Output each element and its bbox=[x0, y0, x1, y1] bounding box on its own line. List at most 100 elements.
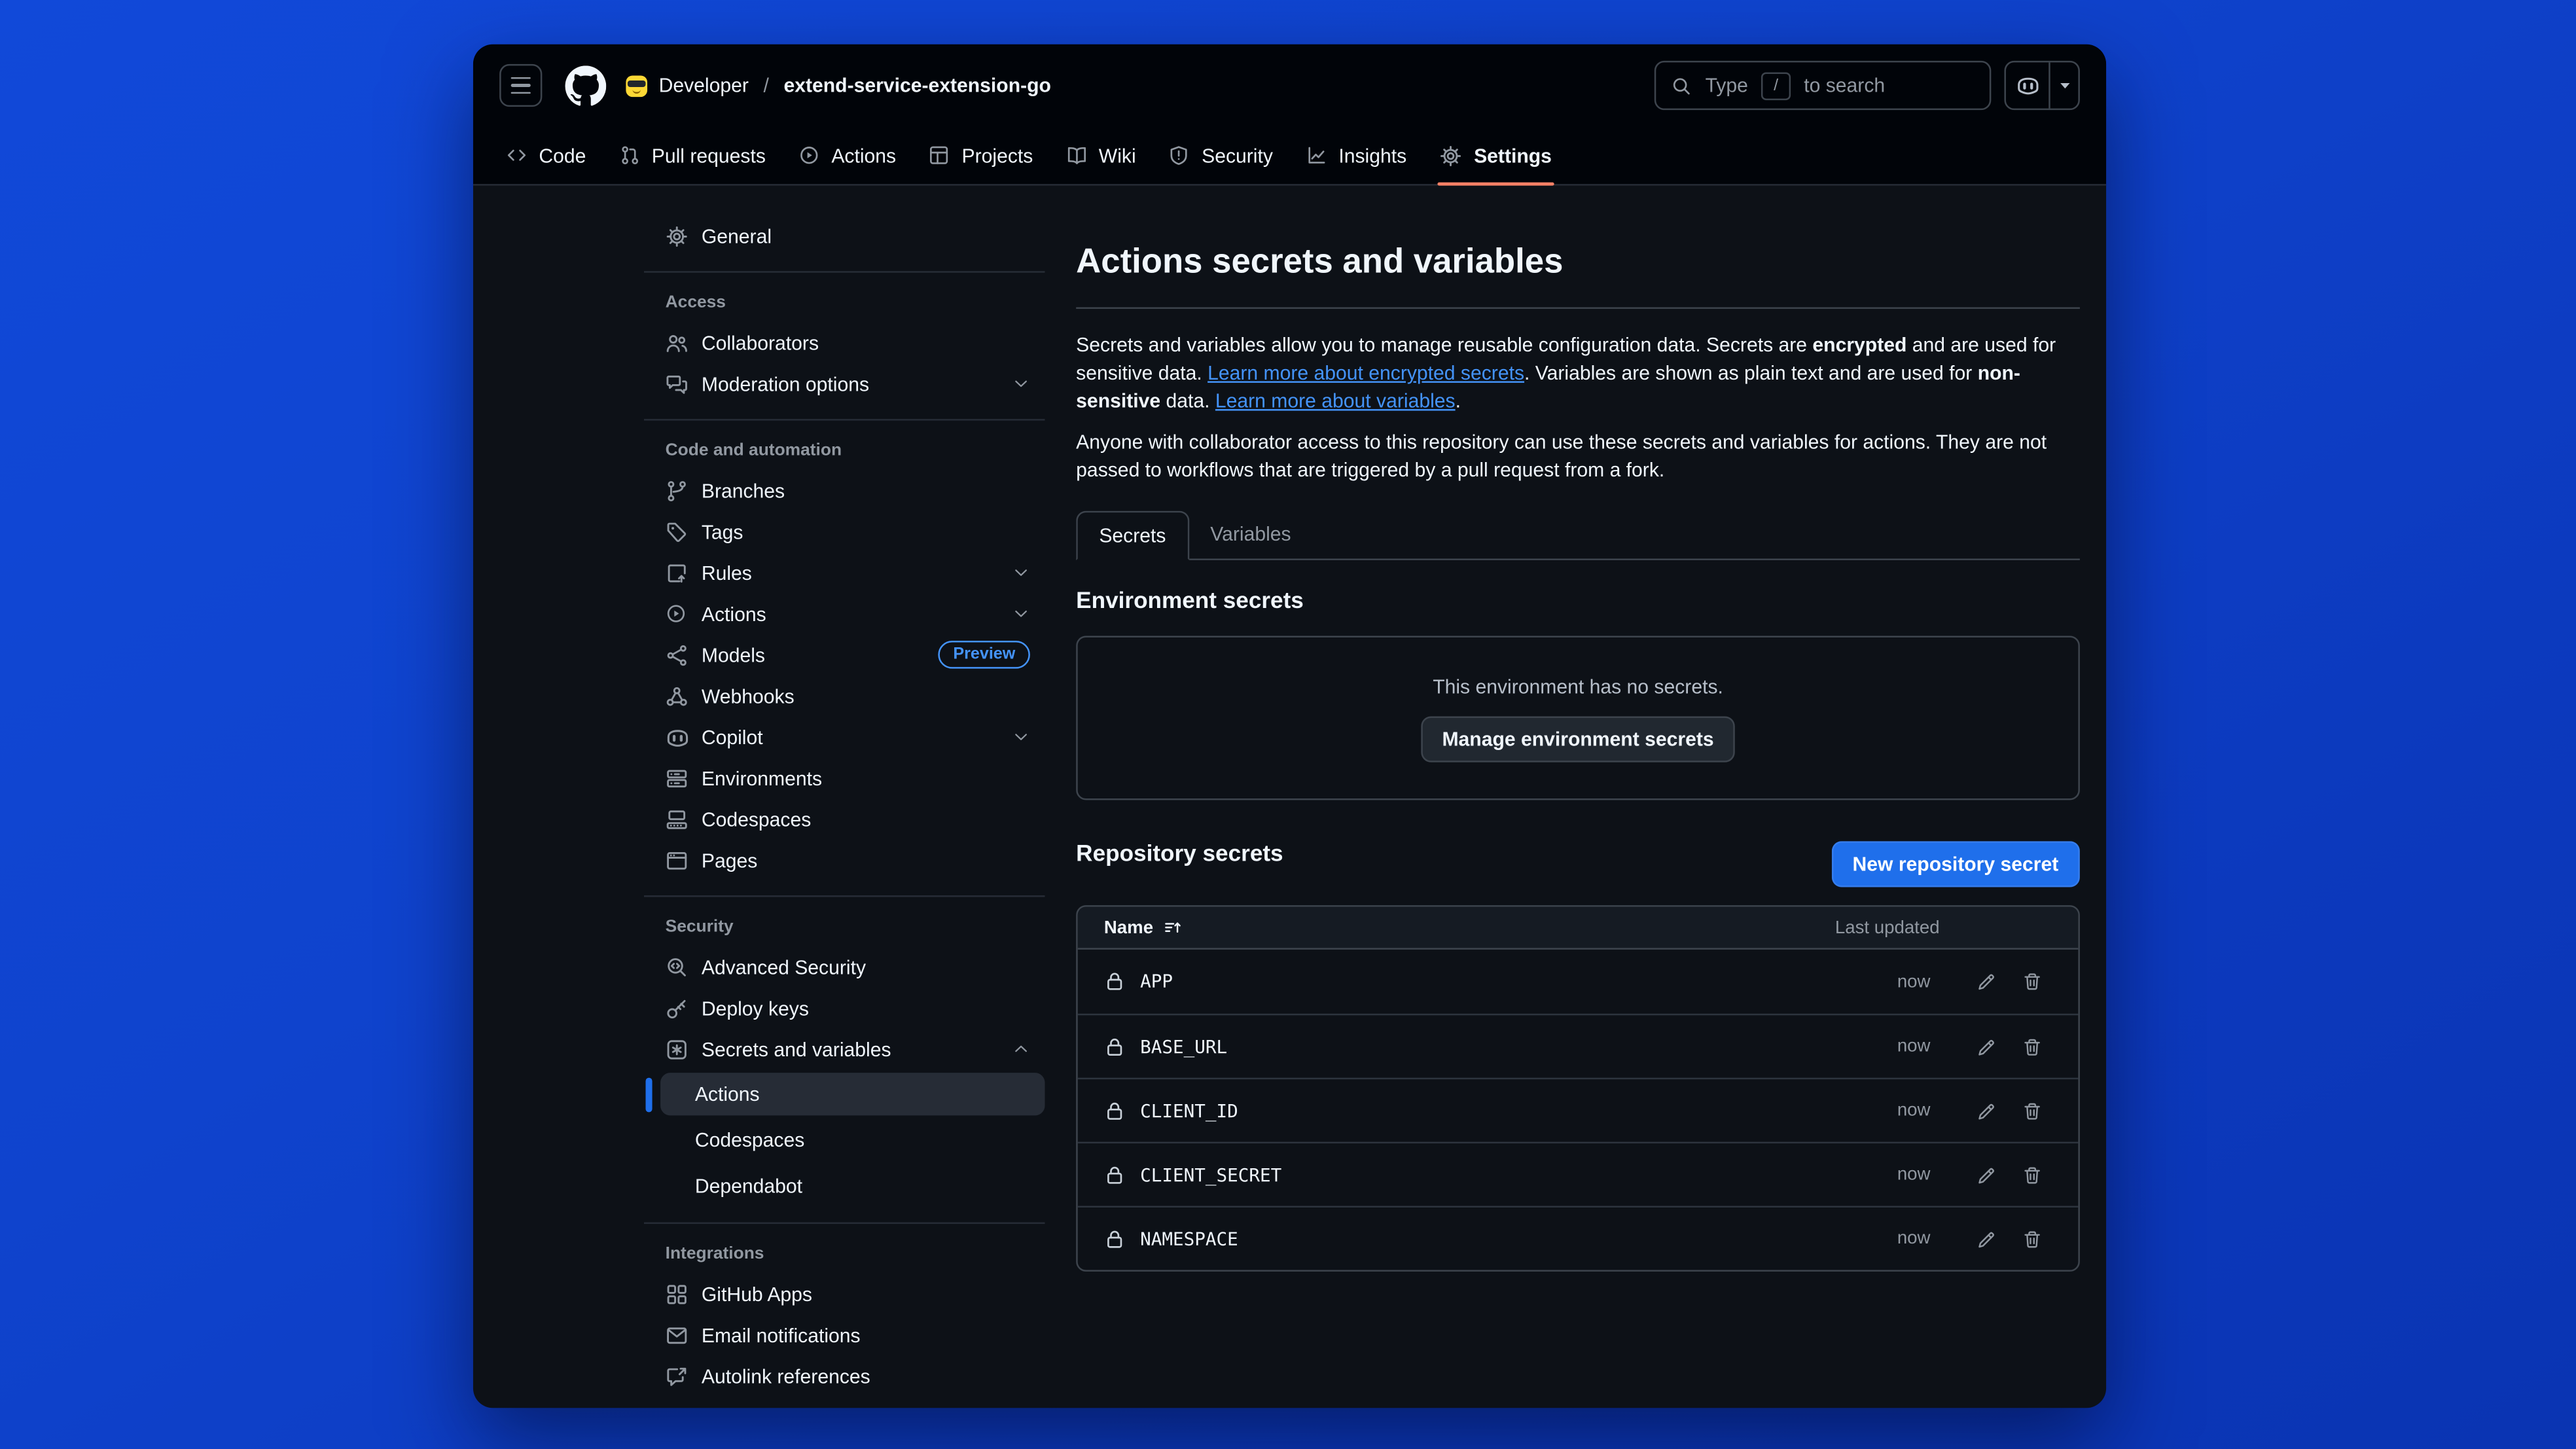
nav-tab-projects[interactable]: Projects bbox=[912, 126, 1049, 184]
cross-reference-icon bbox=[666, 1365, 689, 1387]
sidebar-item-models[interactable]: ModelsPreview bbox=[644, 634, 1045, 675]
chevron-up-icon bbox=[1012, 1040, 1030, 1058]
delete-secret-button[interactable] bbox=[2012, 1027, 2052, 1066]
tag-icon bbox=[666, 520, 689, 543]
breadcrumb-org[interactable]: Developer bbox=[659, 74, 749, 97]
sidebar-item-copilot[interactable]: Copilot bbox=[644, 716, 1045, 757]
sidebar-divider bbox=[644, 895, 1045, 897]
secret-name-cell: NAMESPACE bbox=[1104, 1228, 1806, 1250]
sidebar-item-autolink-references[interactable]: Autolink references bbox=[644, 1355, 1045, 1397]
sidebar-item-rules[interactable]: Rules bbox=[644, 552, 1045, 593]
delete-secret-button[interactable] bbox=[2012, 1091, 2052, 1130]
sidebar-item-label: Branches bbox=[702, 479, 785, 502]
copilot-dropdown-button[interactable] bbox=[2050, 62, 2079, 108]
title-divider bbox=[1076, 308, 2080, 310]
github-logo-icon[interactable] bbox=[565, 65, 607, 106]
sidebar-item-label: Autolink references bbox=[702, 1365, 870, 1387]
sidebar-item-label: Secrets and variables bbox=[702, 1037, 891, 1060]
lock-icon bbox=[1104, 971, 1126, 993]
sidebar-item-actions[interactable]: Actions bbox=[644, 593, 1045, 634]
delete-secret-button[interactable] bbox=[2012, 1155, 2052, 1194]
edit-secret-button[interactable] bbox=[1967, 962, 2006, 1001]
sidebar-subitem-actions[interactable]: Actions bbox=[660, 1073, 1045, 1115]
manage-environment-secrets-button[interactable]: Manage environment secrets bbox=[1421, 716, 1735, 762]
table-header: Name Last updated bbox=[1078, 907, 2079, 950]
copilot-button-group bbox=[2004, 61, 2079, 110]
search-icon bbox=[1671, 75, 1692, 96]
sidebar-subitem-dependabot[interactable]: Dependabot bbox=[660, 1165, 1045, 1208]
edit-secret-button[interactable] bbox=[1967, 1091, 2006, 1130]
column-header-last-updated: Last updated bbox=[1806, 918, 2052, 937]
search-input[interactable]: Type / to search bbox=[1655, 61, 1992, 110]
intro-text: data. bbox=[1160, 389, 1215, 412]
sidebar-item-label: Environments bbox=[702, 766, 822, 789]
nav-tab-actions[interactable]: Actions bbox=[782, 126, 912, 184]
secret-last-updated: now bbox=[1806, 1037, 1931, 1056]
sidebar-section-header: Code and automation bbox=[644, 440, 1045, 460]
environment-secrets-box: This environment has no secrets. Manage … bbox=[1076, 636, 2080, 800]
nav-tab-pull-requests[interactable]: Pull requests bbox=[602, 126, 782, 184]
sidebar-item-moderation-options[interactable]: Moderation options bbox=[644, 363, 1045, 404]
sidebar-item-environments[interactable]: Environments bbox=[644, 757, 1045, 798]
sidebar-item-collaborators[interactable]: Collaborators bbox=[644, 322, 1045, 363]
tab-secrets[interactable]: Secrets bbox=[1076, 511, 1189, 560]
edit-secret-button[interactable] bbox=[1967, 1027, 2006, 1066]
chevron-down-icon bbox=[1012, 605, 1030, 623]
secret-name: BASE_URL bbox=[1140, 1036, 1227, 1058]
sidebar-item-pages[interactable]: Pages bbox=[644, 840, 1045, 881]
copilot-button[interactable] bbox=[2006, 62, 2050, 108]
nav-tab-code[interactable]: Code bbox=[490, 126, 602, 184]
repo-nav: CodePull requestsActionsProjectsWikiSecu… bbox=[473, 126, 2106, 185]
sidebar-item-webhooks[interactable]: Webhooks bbox=[644, 675, 1045, 717]
secret-row: BASE_URL now bbox=[1078, 1014, 2079, 1078]
edit-secret-button[interactable] bbox=[1967, 1155, 2006, 1194]
search-placeholder-suffix: to search bbox=[1804, 74, 1885, 97]
sidebar-item-label: GitHub Apps bbox=[702, 1282, 812, 1305]
nav-tab-settings[interactable]: Settings bbox=[1423, 126, 1568, 184]
chevron-down-icon bbox=[1012, 374, 1030, 393]
nav-tab-insights[interactable]: Insights bbox=[1289, 126, 1423, 184]
column-header-name[interactable]: Name bbox=[1104, 918, 1806, 937]
settings-sidebar: GeneralAccessCollaboratorsModeration opt… bbox=[644, 215, 1045, 1397]
nav-tab-security[interactable]: Security bbox=[1153, 126, 1289, 184]
tab-variables[interactable]: Variables bbox=[1189, 511, 1313, 559]
delete-secret-button[interactable] bbox=[2012, 1219, 2052, 1259]
sidebar-item-codespaces[interactable]: Codespaces bbox=[644, 798, 1045, 840]
learn-more-link[interactable]: Learn more about variables bbox=[1215, 389, 1456, 412]
sidebar-item-github-apps[interactable]: GitHub Apps bbox=[644, 1273, 1045, 1314]
intro-text: Secrets and variables allow you to manag… bbox=[1076, 334, 1812, 357]
sidebar-subitem-label: Dependabot bbox=[695, 1175, 802, 1198]
delete-secret-button[interactable] bbox=[2012, 962, 2052, 1001]
learn-more-link[interactable]: Learn more about encrypted secrets bbox=[1208, 362, 1524, 385]
sidebar-item-email-notifications[interactable]: Email notifications bbox=[644, 1314, 1045, 1355]
intro-paragraph: Secrets and variables allow you to manag… bbox=[1076, 332, 2080, 416]
sidebar-item-advanced-security[interactable]: Advanced Security bbox=[644, 946, 1045, 988]
edit-secret-button[interactable] bbox=[1967, 1219, 2006, 1259]
search-placeholder: Type bbox=[1706, 74, 1748, 97]
sidebar-item-secrets-and-variables[interactable]: Secrets and variables bbox=[644, 1028, 1045, 1069]
row-actions bbox=[1967, 1091, 2052, 1130]
secrets-variables-tabs: Secrets Variables bbox=[1076, 511, 2080, 560]
copilot-icon bbox=[2015, 73, 2040, 98]
nav-tab-wiki[interactable]: Wiki bbox=[1049, 126, 1152, 184]
row-actions bbox=[1967, 962, 2052, 1001]
sidebar-item-deploy-keys[interactable]: Deploy keys bbox=[644, 988, 1045, 1029]
lock-icon bbox=[1104, 1100, 1126, 1122]
sidebar-item-general[interactable]: General bbox=[644, 215, 1045, 257]
top-bar-right: Type / to search bbox=[1655, 61, 2080, 110]
top-bar: Developer / extend-service-extension-go … bbox=[473, 45, 2106, 127]
row-actions bbox=[1967, 1155, 2052, 1194]
hamburger-menu-button[interactable] bbox=[499, 64, 542, 107]
breadcrumb-repo[interactable]: extend-service-extension-go bbox=[783, 74, 1050, 97]
secret-row: CLIENT_IDnow bbox=[1078, 1078, 2079, 1142]
note-paragraph: Anyone with collaborator access to this … bbox=[1076, 429, 2080, 484]
sidebar-item-tags[interactable]: Tags bbox=[644, 511, 1045, 552]
new-repository-secret-button[interactable]: New repository secret bbox=[1831, 842, 2080, 887]
graph-icon bbox=[1306, 145, 1327, 166]
sidebar-subitem-codespaces[interactable]: Codespaces bbox=[660, 1118, 1045, 1161]
chevron-down-icon bbox=[1012, 728, 1030, 746]
desktop: Developer / extend-service-extension-go … bbox=[0, 0, 2576, 1449]
table-body: APPnowBASE_URLnowCLIENT_IDnowCLIENT_SECR… bbox=[1078, 950, 2079, 1270]
sidebar-item-branches[interactable]: Branches bbox=[644, 470, 1045, 511]
sidebar-section-header: Security bbox=[644, 917, 1045, 937]
